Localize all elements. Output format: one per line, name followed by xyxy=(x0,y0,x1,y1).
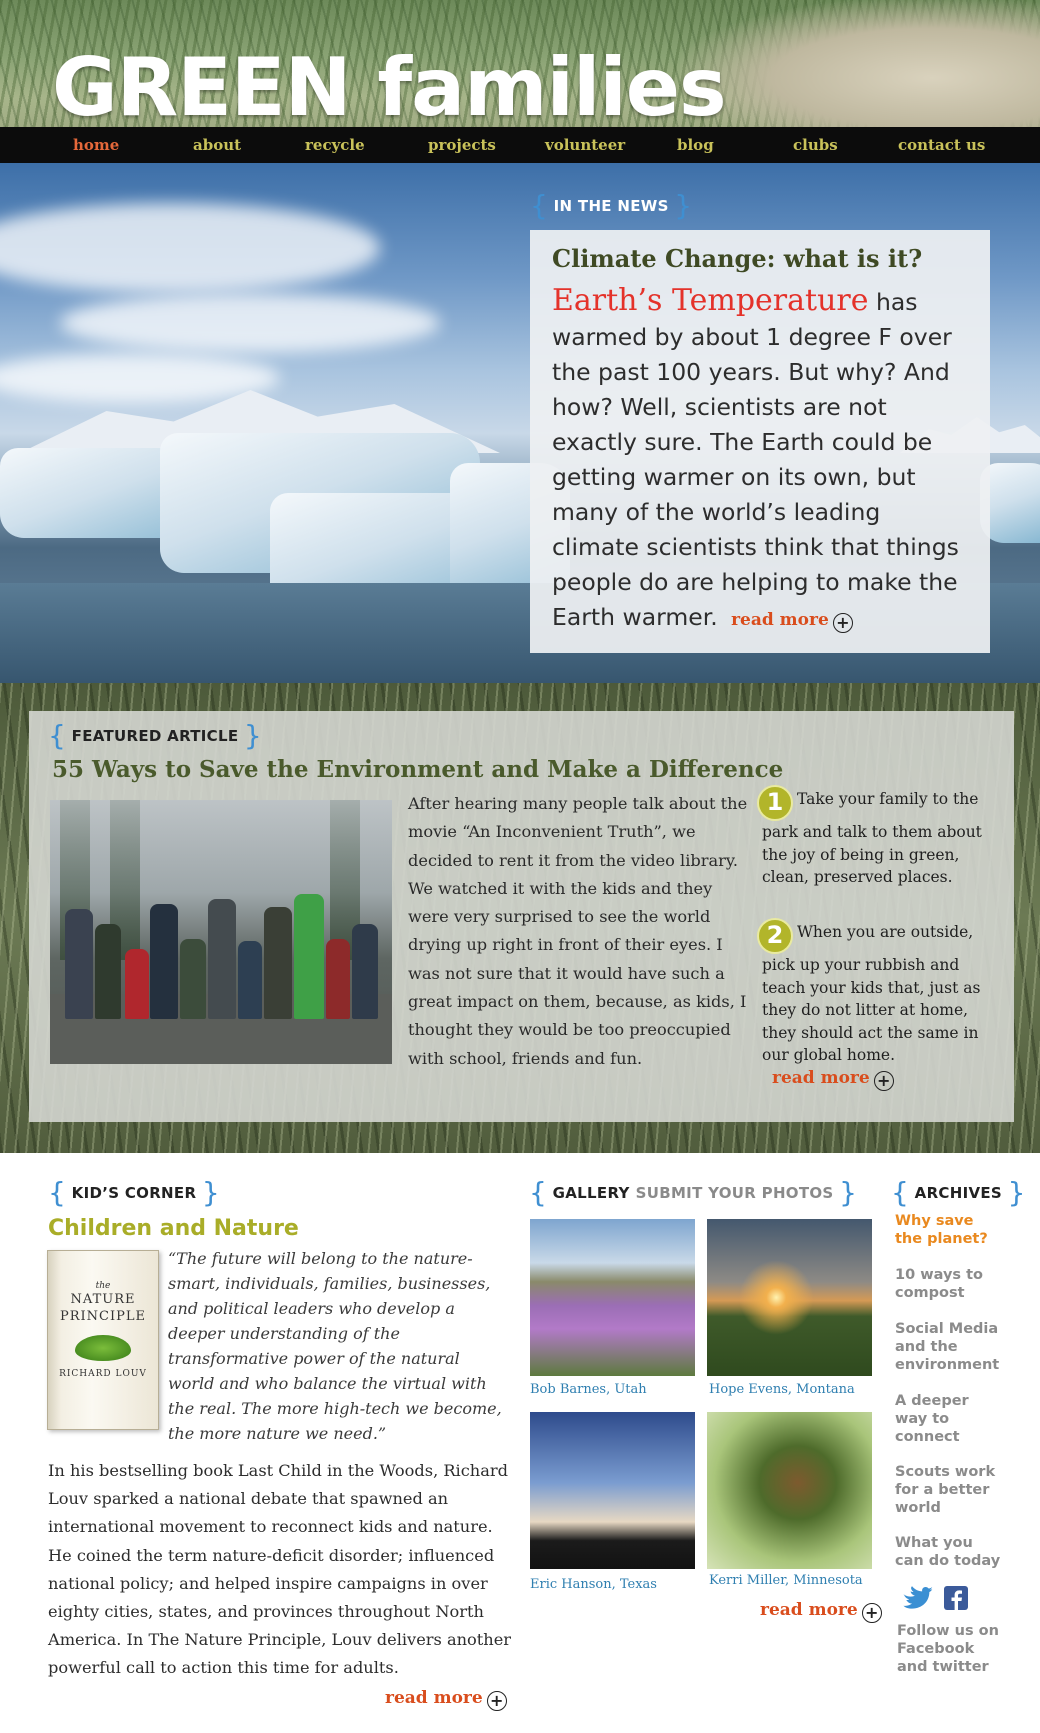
person xyxy=(352,924,378,1019)
cloud xyxy=(60,293,440,353)
number-2-badge: 2 xyxy=(757,918,793,954)
archive-link-social-media[interactable]: Social Media and the environment xyxy=(895,1320,1005,1374)
gallery-read-more-link[interactable]: read more + xyxy=(760,1600,882,1623)
nav-blog[interactable]: blog xyxy=(677,136,714,154)
leaf-icon xyxy=(75,1335,131,1361)
news-body: Earth’s Temperature has warmed by about … xyxy=(552,283,968,638)
person xyxy=(65,909,93,1019)
plus-circle-icon: + xyxy=(832,613,853,633)
book-author: RICHARD LOUV xyxy=(59,1369,147,1379)
tip-2: 2 When you are outside, pick up your rubb… xyxy=(757,918,997,1091)
person xyxy=(264,907,292,1019)
news-section-tag: { IN THE NEWS } xyxy=(530,189,693,222)
tip-1-text: Take your family to the park and talk to… xyxy=(762,790,982,887)
featured-group-photo xyxy=(50,800,392,1064)
archive-link-why-save-the-planet[interactable]: Why save the planet? xyxy=(895,1212,1005,1248)
featured-read-more-link[interactable]: read more + xyxy=(772,1067,894,1091)
cloud xyxy=(0,203,380,293)
nav-recycle[interactable]: recycle xyxy=(305,136,365,154)
news-card: Climate Change: what is it? Earth’s Temp… xyxy=(530,230,990,653)
gallery-caption: Hope Evens, Montana xyxy=(709,1382,855,1397)
main-nav: home about recycle projects volunteer bl… xyxy=(0,127,1040,163)
gallery-caption: Eric Hanson, Texas xyxy=(530,1577,657,1592)
dune-background xyxy=(680,0,1040,130)
social-icons-svg xyxy=(903,1586,968,1610)
gallery-caption: Bob Barnes, Utah xyxy=(530,1382,647,1397)
featured-title[interactable]: 55 Ways to Save the Environment and Make… xyxy=(52,756,783,783)
nav-volunteer[interactable]: volunteer xyxy=(545,136,625,154)
plus-circle-icon: + xyxy=(486,1691,507,1711)
featured-tag-label: FEATURED ARTICLE xyxy=(71,727,239,745)
person xyxy=(294,894,324,1019)
kids-body: In his bestselling book Last Child in th… xyxy=(48,1461,512,1678)
archive-link-deeper-way[interactable]: A deeper way to connect xyxy=(895,1392,1005,1446)
nav-contact-us[interactable]: contact us xyxy=(898,136,985,154)
archives-section-tag: { ARCHIVES } xyxy=(891,1176,1026,1209)
plus-circle-icon: + xyxy=(861,1603,882,1623)
news-tag-label: IN THE NEWS xyxy=(553,197,669,215)
tip-1: 1 Take your family to the park and talk t… xyxy=(757,785,997,889)
read-more-label: read more xyxy=(760,1600,858,1620)
gallery-photo-pine-branch[interactable] xyxy=(707,1412,872,1569)
archive-link-scouts-work[interactable]: Scouts work for a better world xyxy=(895,1463,1005,1517)
person xyxy=(180,939,206,1019)
archive-link-what-you-can-do[interactable]: What you can do today xyxy=(895,1534,1005,1570)
news-title[interactable]: Climate Change: what is it? xyxy=(552,244,968,273)
read-more-label: read more xyxy=(731,610,829,630)
featured-text: After hearing many people talk about the… xyxy=(408,794,748,1068)
news-read-more-link[interactable]: read more + xyxy=(725,610,853,633)
read-more-label: read more xyxy=(772,1067,870,1088)
plus-circle-icon: + xyxy=(873,1070,894,1091)
person xyxy=(238,941,262,1019)
archive-link-ways-to-compost[interactable]: 10 ways to compost xyxy=(895,1266,1005,1302)
nav-home[interactable]: home xyxy=(73,136,119,154)
facebook-icon[interactable] xyxy=(944,1586,968,1610)
nav-clubs[interactable]: clubs xyxy=(793,136,838,154)
number-1-badge: 1 xyxy=(757,785,793,821)
read-more-label: read more xyxy=(385,1688,483,1708)
news-body-text: has warmed by about 1 degree F over the … xyxy=(552,288,959,631)
header-banner: GREEN families home about recycle projec… xyxy=(0,0,1040,163)
kids-tag-label: KID’S CORNER xyxy=(71,1184,197,1202)
gallery-photo-sunset[interactable] xyxy=(707,1219,872,1376)
book-title: NATURE PRINCIPLE xyxy=(60,1292,146,1324)
news-highlight: Earth’s Temperature xyxy=(552,283,869,318)
featured-section-tag: { FEATURED ARTICLE } xyxy=(48,719,263,752)
site-logo[interactable]: GREEN families xyxy=(52,48,727,128)
person xyxy=(150,904,178,1019)
kids-quote: “The future will belong to the nature-sm… xyxy=(168,1249,502,1443)
kids-read-more-link[interactable]: read more + xyxy=(385,1688,507,1711)
book-cover-image: the NATURE PRINCIPLE RICHARD LOUV xyxy=(47,1250,159,1430)
person xyxy=(95,924,121,1019)
gallery-photo-wildflowers[interactable] xyxy=(530,1219,695,1376)
person xyxy=(208,899,236,1019)
archives-tag-label: ARCHIVES xyxy=(914,1184,1003,1202)
kids-title[interactable]: Children and Nature xyxy=(48,1216,299,1241)
twitter-icon[interactable] xyxy=(903,1586,933,1609)
tip-2-text: When you are outside, pick up your rubbi… xyxy=(762,923,981,1065)
follow-us-text[interactable]: Follow us on Facebook and twitter xyxy=(897,1622,1007,1676)
nav-about[interactable]: about xyxy=(193,136,241,154)
kids-section-tag: { KID’S CORNER } xyxy=(48,1176,220,1209)
nav-projects[interactable]: projects xyxy=(428,136,496,154)
person xyxy=(125,949,149,1019)
submit-photos-link[interactable]: SUBMIT YOUR PHOTOS xyxy=(636,1184,834,1202)
gallery-caption: Kerri Miller, Minnesota xyxy=(709,1573,863,1588)
book-title-prefix: the xyxy=(95,1281,111,1291)
gallery-photo-silhouette[interactable] xyxy=(530,1412,695,1569)
gallery-tag-label: GALLERY xyxy=(552,1184,630,1202)
person xyxy=(326,939,350,1019)
social-icons xyxy=(902,1583,972,1619)
gallery-section-tag: { GALLERY SUBMIT YOUR PHOTOS } xyxy=(529,1176,858,1209)
